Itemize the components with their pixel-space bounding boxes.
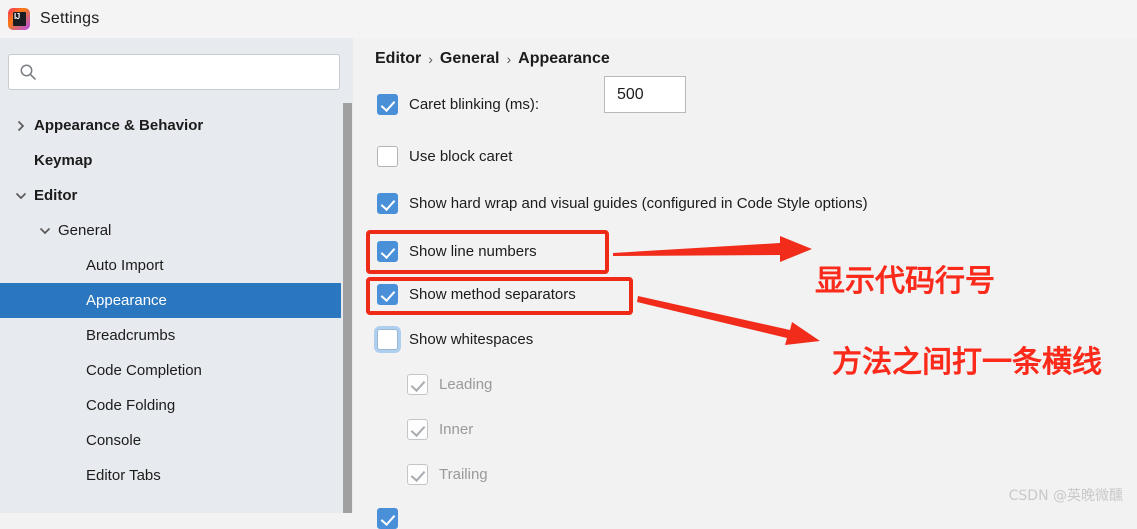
option-show-whitespaces[interactable]: Show whitespaces (377, 329, 533, 350)
title-bar: Settings (0, 0, 1137, 38)
sidebar-item-label: Breadcrumbs (86, 327, 176, 344)
window-title: Settings (40, 10, 100, 27)
sidebar-item-label: Editor Tabs (86, 467, 161, 484)
breadcrumb-part-appearance: Appearance (518, 50, 610, 67)
breadcrumb: Editor › General › Appearance (375, 50, 610, 68)
option-leading: Leading (407, 374, 492, 395)
checkbox-show-line-numbers[interactable] (377, 241, 398, 262)
intellij-idea-logo-icon (8, 8, 30, 30)
sidebar-item-label: General (58, 222, 112, 239)
sidebar-item-keymap[interactable]: Keymap (0, 143, 353, 178)
breadcrumb-part-general[interactable]: General (440, 50, 500, 68)
option-label: Leading (439, 376, 493, 393)
option-label: Show hard wrap and visual guides (config… (409, 195, 868, 212)
checkbox-caret-blinking[interactable] (377, 94, 398, 115)
option-label: Caret blinking (ms): (409, 96, 540, 113)
sidebar-item-editor-tabs[interactable]: Editor Tabs (0, 458, 353, 493)
option-partially-visible[interactable] (377, 508, 398, 529)
checkbox-trailing (407, 464, 428, 485)
checkbox-leading (407, 374, 428, 395)
chevron-down-icon[interactable] (14, 189, 28, 203)
sidebar-item-appearance-and-behavior[interactable]: Appearance & Behavior (0, 108, 353, 143)
option-label: Show method separators (409, 286, 576, 303)
breadcrumb-part-editor[interactable]: Editor (375, 50, 421, 68)
sidebar-item-code-completion[interactable]: Code Completion (0, 353, 353, 388)
sidebar-item-label: Editor (34, 187, 78, 204)
option-label: Use block caret (409, 148, 513, 165)
sidebar-scrollbar-thumb[interactable] (343, 103, 352, 513)
sidebar-item-label: Console (86, 432, 142, 449)
breadcrumb-separator-icon: › (506, 51, 512, 67)
search-input[interactable] (45, 63, 335, 81)
search-box[interactable] (8, 54, 340, 90)
checkbox-show-method-separators[interactable] (377, 284, 398, 305)
sidebar-item-label: Code Folding (86, 397, 176, 414)
sidebar-item-breadcrumbs[interactable]: Breadcrumbs (0, 318, 353, 353)
sidebar-item-label: Keymap (34, 152, 93, 169)
option-show-method-separators[interactable]: Show method separators (377, 284, 576, 305)
option-use-block-caret[interactable]: Use block caret (377, 146, 512, 167)
checkbox-use-block-caret[interactable] (377, 146, 398, 167)
watermark: CSDN @英晚微醺 (1008, 488, 1123, 504)
checkbox-partially-visible[interactable] (377, 508, 398, 529)
sidebar-item-console[interactable]: Console (0, 423, 353, 458)
chevron-down-icon[interactable] (38, 224, 52, 238)
option-inner: Inner (407, 419, 473, 440)
option-label: Trailing (439, 466, 488, 483)
sidebar-item-editor[interactable]: Editor (0, 178, 353, 213)
sidebar-item-appearance[interactable]: Appearance (0, 283, 353, 318)
option-label: Show line numbers (409, 243, 537, 260)
option-label: Inner (439, 421, 474, 438)
option-show-hard-wrap[interactable]: Show hard wrap and visual guides (config… (377, 193, 868, 214)
annotation-note-line-numbers: 显示代码行号 (815, 264, 995, 299)
settings-sidebar: Appearance & Behavior Keymap Editor Gene… (0, 38, 353, 513)
option-label: Show whitespaces (409, 331, 534, 348)
settings-tree: Appearance & Behavior Keymap Editor Gene… (0, 108, 353, 513)
option-show-line-numbers[interactable]: Show line numbers (377, 241, 537, 262)
sidebar-item-code-folding[interactable]: Code Folding (0, 388, 353, 423)
option-caret-blinking[interactable]: Caret blinking (ms): (377, 76, 686, 115)
sidebar-item-label: Appearance & Behavior (34, 117, 204, 134)
annotation-note-method-separators: 方法之间打一条横线 (832, 345, 1102, 380)
breadcrumb-separator-icon: › (428, 51, 433, 67)
option-trailing: Trailing (407, 464, 488, 485)
sidebar-item-label: Code Completion (86, 362, 202, 379)
caret-blinking-input[interactable] (604, 76, 686, 113)
sidebar-item-general[interactable]: General (0, 213, 353, 248)
checkbox-inner (407, 419, 428, 440)
checkbox-show-hard-wrap[interactable] (377, 193, 398, 214)
sidebar-item-label: Auto Import (86, 257, 164, 274)
sidebar-item-auto-import[interactable]: Auto Import (0, 248, 353, 283)
settings-content-panel: Editor › General › Appearance Caret blin… (353, 38, 1137, 529)
sidebar-item-label: Appearance (86, 292, 167, 309)
search-icon (20, 64, 36, 80)
chevron-right-icon[interactable] (14, 119, 28, 133)
checkbox-show-whitespaces[interactable] (377, 329, 398, 350)
